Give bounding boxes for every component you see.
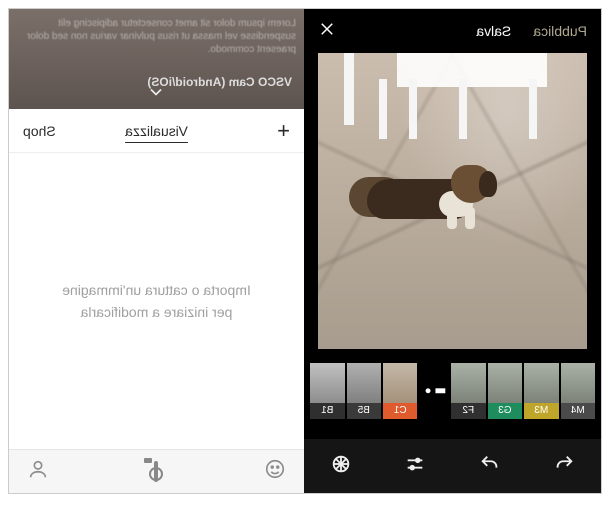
library-screen: Lorem ipsum dolor sit amet consectetur a… — [9, 9, 304, 493]
filter-label: B1 — [310, 403, 344, 419]
library-bg-title: VSCO Cam (Android/iOS) — [147, 75, 292, 89]
adjustments-button[interactable] — [404, 453, 426, 480]
library-background-photo: Lorem ipsum dolor sit amet consectetur a… — [9, 9, 304, 109]
filter-thumb[interactable]: G3 — [488, 363, 522, 419]
filter-label: G3 — [488, 403, 522, 419]
filter-thumb[interactable]: M3 — [524, 363, 558, 419]
filter-label: B5 — [347, 403, 381, 419]
filter-thumb[interactable]: F2 — [451, 363, 485, 419]
smiley-icon — [264, 458, 286, 480]
add-button[interactable]: + — [277, 118, 290, 144]
filter-label: F2 — [451, 403, 485, 419]
editor-toolbar — [304, 439, 601, 493]
undo-button[interactable] — [553, 453, 575, 480]
smiley-button[interactable] — [264, 458, 286, 485]
camera-icon — [155, 461, 159, 482]
profile-icon — [27, 458, 49, 480]
photo-preview[interactable] — [318, 53, 587, 349]
redo-button[interactable] — [479, 453, 501, 480]
compare-toggle[interactable] — [420, 363, 450, 419]
filter-strip[interactable]: M4 M3 G3 F2 C1 B5 B1 — [304, 357, 601, 419]
filter-label: M3 — [524, 403, 558, 419]
filter-thumb[interactable]: B5 — [347, 363, 381, 419]
library-empty-state: Importa o cattura un'immagine per inizia… — [9, 153, 304, 449]
filter-label: M4 — [561, 403, 595, 419]
sliders-icon — [404, 453, 426, 475]
tab-shop[interactable]: Shop — [23, 123, 56, 139]
presets-button[interactable] — [330, 453, 352, 480]
photo-chair — [318, 53, 587, 127]
tab-view[interactable]: Visualizza — [125, 123, 188, 139]
expand-down-button[interactable] — [147, 82, 167, 105]
undo-icon — [553, 453, 575, 475]
close-button[interactable] — [318, 20, 336, 43]
editor-screen: Pubblica Salva M4 M3 — [304, 9, 601, 493]
filter-thumb[interactable]: B1 — [310, 363, 344, 419]
publish-button[interactable]: Pubblica — [533, 23, 587, 39]
redo-icon — [479, 453, 501, 475]
library-tabs: + Visualizza Shop — [9, 109, 304, 153]
preset-wheel-icon — [330, 453, 352, 475]
empty-state-line1: Importa o cattura un'immagine — [62, 279, 251, 301]
compare-icon — [420, 376, 450, 406]
library-footer — [9, 449, 304, 493]
empty-state-line2: per iniziare a modificarla — [62, 301, 251, 323]
editor-header: Pubblica Salva — [304, 9, 601, 53]
filter-label: C1 — [383, 403, 417, 419]
filter-thumb[interactable]: M4 — [561, 363, 595, 419]
chevron-down-icon — [147, 82, 167, 102]
profile-button[interactable] — [27, 458, 49, 485]
camera-button[interactable] — [155, 463, 159, 481]
close-icon — [318, 20, 336, 38]
photo-dog — [345, 161, 495, 233]
filter-thumb[interactable]: C1 — [383, 363, 417, 419]
save-button[interactable]: Salva — [476, 23, 511, 39]
background-text-blur: Lorem ipsum dolor sit amet consectetur a… — [17, 17, 296, 56]
